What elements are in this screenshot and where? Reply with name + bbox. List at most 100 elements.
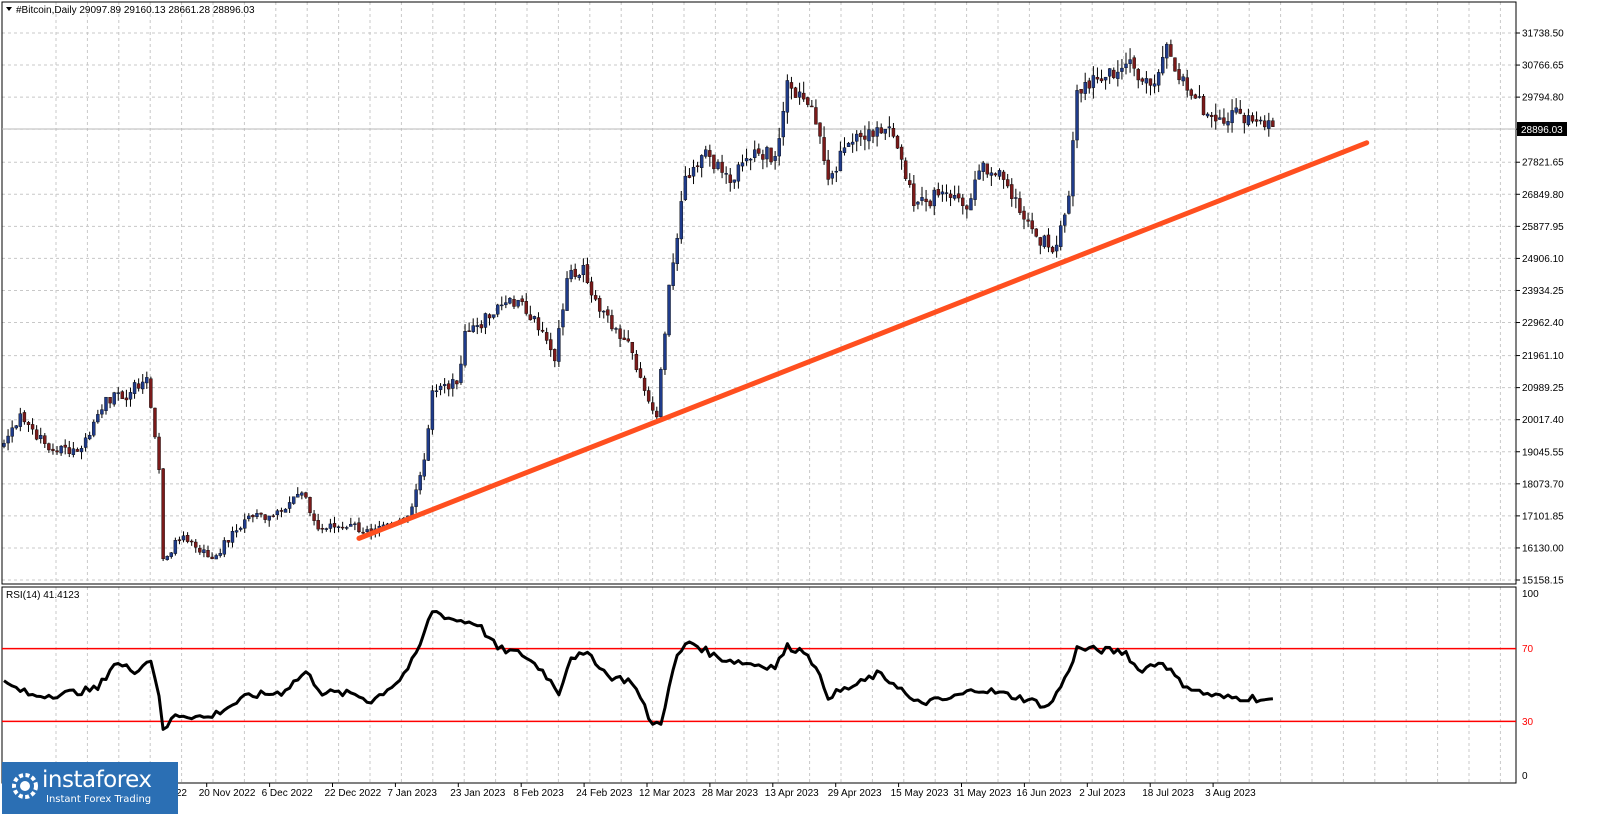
candle-body (1054, 244, 1059, 252)
price-tick-label: 26849.80 (1522, 190, 1564, 201)
instaforex-logo: instaforex Instant Forex Trading (2, 762, 178, 814)
price-tick-label: 29794.80 (1522, 93, 1564, 104)
candle-body (447, 383, 451, 390)
candle-body (291, 496, 296, 504)
candle-body (699, 155, 704, 168)
candle-body (1263, 120, 1267, 128)
candle-body (422, 459, 426, 477)
candle-body (704, 149, 708, 157)
candle-body (120, 391, 125, 400)
candle-body (467, 330, 471, 332)
candle-body (1107, 68, 1112, 77)
candle-body (573, 268, 577, 277)
price-tick-label: 27821.65 (1522, 158, 1564, 169)
candle-body (614, 328, 618, 330)
candle-body (1034, 228, 1038, 237)
candle-body (916, 201, 920, 205)
candle-body (418, 475, 422, 491)
price-tick-label: 22962.40 (1522, 318, 1564, 329)
candle-body (43, 435, 47, 444)
candle-body (961, 197, 965, 206)
candle-body (255, 513, 259, 517)
candle-body (557, 328, 561, 362)
date-tick-label: 18 Jul 2023 (1142, 788, 1194, 799)
candle-body (1063, 214, 1067, 226)
candle-body (463, 330, 467, 366)
candle-body (675, 237, 679, 265)
candle-body (544, 332, 549, 341)
candle-body (1144, 78, 1149, 84)
candle-body (683, 175, 688, 200)
price-tick-label: 31738.50 (1522, 29, 1564, 40)
date-tick-label: 6 Dec 2022 (262, 788, 314, 799)
candle-body (300, 492, 304, 496)
date-tick-label: 15 May 2023 (891, 788, 949, 799)
candle-body (532, 316, 537, 320)
candle-body (26, 422, 31, 425)
candle-body (691, 166, 696, 177)
candle-body (577, 275, 581, 278)
price-tick-label: 20989.25 (1522, 383, 1564, 394)
candle-body (908, 180, 912, 185)
candle-body (442, 384, 447, 387)
candle-body (132, 382, 137, 394)
last-price-label: 28896.03 (1521, 125, 1563, 136)
candle-body (271, 515, 275, 517)
candle-body (1120, 67, 1124, 72)
candle-body (438, 385, 443, 390)
candle-body (1238, 108, 1242, 114)
candle-body (34, 429, 39, 440)
price-tick-label: 23934.25 (1522, 286, 1564, 297)
candle-body (516, 299, 520, 307)
candle-body (667, 284, 671, 336)
candle-body (695, 165, 700, 167)
candle-body (243, 519, 247, 529)
candle-body (353, 523, 357, 525)
candle-body (1132, 57, 1136, 69)
candle-body (1038, 237, 1043, 246)
candle-body (708, 150, 712, 157)
candle-body (2, 443, 6, 447)
rsi-scale-label: 100 (1522, 589, 1539, 600)
candle-body (165, 556, 169, 560)
candle-body (850, 141, 855, 145)
candle-body (181, 535, 186, 541)
candle-body (716, 161, 720, 169)
candle-body (357, 522, 361, 533)
chart-header: #Bitcoin,Daily 29097.89 29160.13 28661.2… (6, 5, 255, 16)
candle-body (222, 540, 227, 555)
candle-body (414, 489, 418, 507)
candle-body (985, 163, 989, 175)
candle-body (1161, 56, 1165, 74)
brand-name: instaforex (42, 767, 152, 793)
candle-body (112, 392, 116, 405)
candle-body (1209, 114, 1214, 117)
price-tick-label: 21961.10 (1522, 351, 1564, 362)
candle-body (296, 493, 300, 498)
candle-body (965, 205, 969, 210)
candle-body (581, 265, 586, 276)
candle-body (924, 198, 928, 203)
candle-body (1071, 140, 1075, 197)
candle-body (136, 383, 141, 389)
candle-body (1091, 75, 1096, 88)
candle-body (977, 170, 981, 180)
candle-body (981, 162, 985, 172)
candle-body (806, 97, 810, 105)
date-tick-label: 2 Jul 2023 (1079, 788, 1126, 799)
candle-body (1030, 220, 1034, 230)
candle-body (512, 299, 516, 307)
candle-body (1018, 198, 1022, 213)
candle-body (263, 514, 267, 520)
candle-body (1181, 76, 1185, 82)
candle-body (1201, 96, 1206, 116)
instaforex-gear-icon (12, 773, 38, 799)
candle-body (1059, 225, 1063, 247)
date-tick-label: 31 May 2023 (954, 788, 1012, 799)
candle-body (283, 508, 288, 513)
candle-body (1165, 43, 1169, 59)
candle-body (1173, 57, 1177, 72)
candle-body (753, 149, 757, 158)
candle-body (940, 191, 945, 195)
date-tick-label: 13 Apr 2023 (765, 788, 819, 799)
